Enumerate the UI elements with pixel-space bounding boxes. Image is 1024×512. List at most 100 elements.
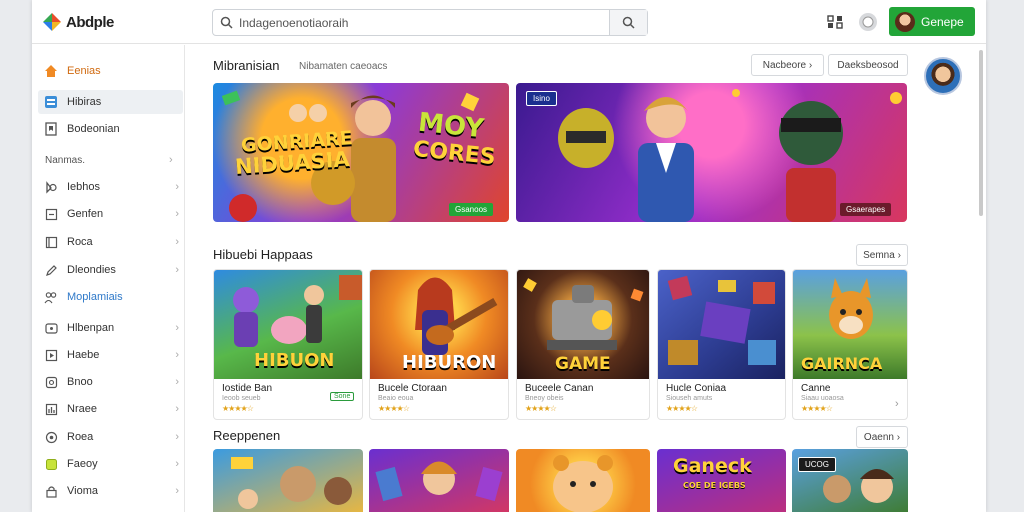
chevron-right-icon: ›: [175, 458, 179, 470]
card-3-art-text: GAME: [555, 354, 611, 374]
sidebar-item-label: Moplamiais: [67, 291, 123, 303]
scrollbar[interactable]: [979, 50, 983, 216]
sidebar-item-games[interactable]: Genfen ›: [38, 202, 183, 226]
notification-icon[interactable]: [858, 12, 878, 32]
chevron-right-icon: ›: [175, 264, 179, 276]
recommended-card[interactable]: [516, 449, 650, 512]
game-card-subtitle: Beaio eoua: [378, 395, 414, 402]
game-card[interactable]: HIBURON Bucele Ctoraan Beaio eoua ★★★★☆: [369, 269, 509, 420]
sidebar-item-label: Roea: [67, 431, 94, 443]
card-5-art-text: GAIRNCA: [801, 354, 883, 373]
banner-1-tag[interactable]: Gsanoos: [449, 203, 494, 216]
sidebar-item-circle[interactable]: Roea ›: [38, 425, 183, 449]
banner-2-corner-tag: Isino: [526, 91, 557, 106]
sidebar-item-favorites[interactable]: Faeoy ›: [38, 452, 183, 476]
sidebar-item-home[interactable]: Eenias: [38, 59, 183, 83]
recommended-card[interactable]: Ganeck COE DE IGEBS: [657, 449, 786, 512]
recommended-more-button[interactable]: Oaenn ›: [856, 426, 908, 448]
recommended-card[interactable]: [213, 449, 363, 512]
sidebar-item-label: Eenias: [67, 65, 101, 77]
sidebar-item-vault[interactable]: Vioma ›: [38, 479, 183, 503]
game-card-image: GAIRNCA: [793, 270, 907, 379]
chevron-right-icon[interactable]: ›: [169, 154, 173, 166]
sidebar-item-bookmarks[interactable]: Bodeonian: [38, 117, 183, 141]
sidebar-item-recent[interactable]: Iebhos ›: [38, 175, 183, 199]
sidebar-item-multiplayer[interactable]: Moplamiais: [38, 285, 183, 309]
search-input[interactable]: [239, 15, 609, 30]
featured-dashboard-button[interactable]: Daeksbeosod: [828, 54, 908, 76]
chevron-right-icon: ›: [175, 376, 179, 388]
get-started-button[interactable]: Genepe: [889, 7, 975, 36]
recommended-card[interactable]: UCOG: [792, 449, 908, 512]
app-window: Abdple Genepe Eenias: [32, 0, 986, 512]
sidebar-item-library[interactable]: Hibiras: [38, 90, 183, 114]
game-card-image: HIBURON: [370, 270, 508, 379]
featured-banner-2[interactable]: Isino Gsaerapes: [516, 83, 907, 222]
sidebar-item-label: Roca: [67, 236, 93, 248]
logo-icon: [42, 12, 62, 32]
card-2-art-text: HIBURON: [402, 352, 497, 373]
sidebar-item-list[interactable]: Roca ›: [38, 230, 183, 254]
sidebar-item-label: Haebe: [67, 349, 100, 361]
game-card-image: HIBUON: [214, 270, 362, 379]
game-card-title: Canne: [801, 383, 831, 394]
game-card-title: Iostide Ban: [222, 383, 273, 394]
list-icon: [44, 235, 58, 249]
featured-title: Mibranisian: [213, 58, 280, 73]
game-card-subtitle: Siaau uoaosa: [801, 395, 844, 402]
chevron-right-icon: ›: [175, 208, 179, 220]
avatar: [895, 11, 915, 32]
sidebar-item-play[interactable]: Haebe ›: [38, 343, 183, 367]
clock-icon: [44, 180, 58, 194]
featured-banner-1[interactable]: GONRIARE NIDUASIA MOY CORES Gsanoos: [213, 83, 509, 222]
game-card-title: Hucle Coniaa: [666, 383, 727, 394]
search-button-icon: [622, 16, 635, 29]
logo[interactable]: Abdple: [42, 10, 114, 34]
game-card[interactable]: Hucle Coniaa Siouseh amuts ★★★★☆: [657, 269, 786, 420]
game-card[interactable]: HIBUON Iostide Ban Ieoob seueb ★★★★☆ Son…: [213, 269, 363, 420]
rating-stars: ★★★★☆: [801, 404, 833, 413]
sidebar-item-tv[interactable]: Hlbenpan ›: [38, 316, 183, 340]
chevron-right-icon: ›: [175, 485, 179, 497]
chevron-right-icon: ›: [175, 322, 179, 334]
featured-more-button[interactable]: Nacbeore ›: [751, 54, 824, 76]
banner-2-art: [558, 89, 902, 222]
rating-stars: ★★★★☆: [666, 404, 698, 413]
profile-avatar[interactable]: [924, 57, 962, 95]
chevron-right-icon: ›: [808, 59, 813, 71]
sidebar-item-label: Bnoo: [67, 376, 93, 388]
search-button[interactable]: [609, 10, 647, 35]
game-card-badge: Sone: [330, 392, 355, 401]
apps-icon[interactable]: [825, 12, 845, 32]
grid-icon: [44, 95, 58, 109]
chevron-right-icon: ›: [896, 431, 901, 443]
game-card[interactable]: GAIRNCA Canne Siaau uoaosa ★★★★☆ ›: [792, 269, 908, 420]
game-card[interactable]: GAME Buceele Canan Bneoy obeis ★★★★☆: [516, 269, 650, 420]
sidebar-item-label: Bodeonian: [67, 123, 120, 135]
happenings-see-all-button[interactable]: Semna ›: [856, 244, 908, 266]
sidebar-item-label: Vioma: [67, 485, 98, 497]
rec-card-5-corner-tag: UCOG: [798, 457, 836, 472]
sidebar-item-label: Faeoy: [67, 458, 98, 470]
card-4-art: [667, 275, 776, 365]
search-icon: [213, 10, 239, 35]
sidebar-item-label: Hlbenpan: [67, 322, 115, 334]
pencil-icon: [44, 263, 58, 277]
sidebar-item-docs[interactable]: Bnoo ›: [38, 370, 183, 394]
rec-card-1-art: [231, 457, 352, 509]
play-icon: [44, 348, 58, 362]
recommended-card[interactable]: [369, 449, 509, 512]
banner-2-tag[interactable]: Gsaerapes: [840, 203, 892, 216]
chevron-right-icon: ›: [175, 181, 179, 193]
circle-icon: [44, 430, 58, 444]
sidebar-item-edit[interactable]: Dleondies ›: [38, 258, 183, 282]
chevron-right-icon[interactable]: ›: [895, 398, 899, 410]
game-card-subtitle: Bneoy obeis: [525, 395, 564, 402]
gamepad-icon: [44, 207, 58, 221]
chevron-right-icon: ›: [175, 236, 179, 248]
game-card-image: [658, 270, 785, 379]
chevron-right-icon: ›: [175, 431, 179, 443]
pill-label: Nacbeore: [762, 59, 807, 71]
chevron-right-icon: ›: [897, 249, 901, 261]
sidebar-item-stats[interactable]: Nraee ›: [38, 397, 183, 421]
